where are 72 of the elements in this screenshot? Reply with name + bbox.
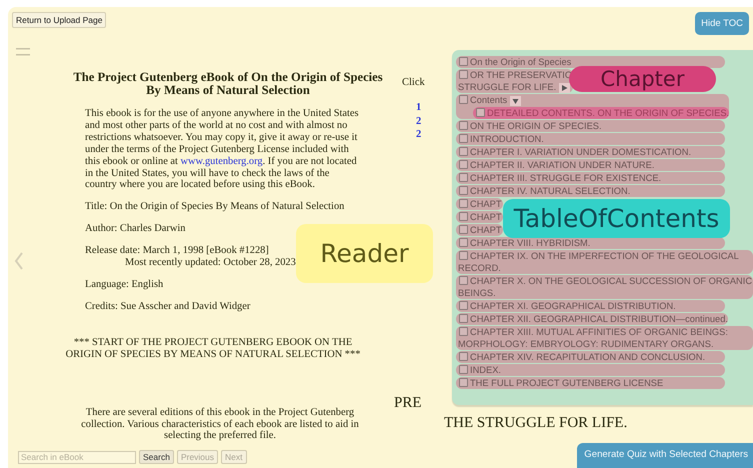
chevron-left-icon[interactable] [14, 252, 24, 270]
intro-paragraph: This ebook is for the use of anyone anywhere in the United States and most other parts of the world at no cost and with almost no restrictions whatsoever. You may copy it, give it away or re-use it under the terms of the Project Gutenberg License included with this ebook or online at www.gutenberg.org. If you are not located in the United States, you will have to check the laws of the country where you are located before using this eBook. [85, 108, 360, 192]
checkbox[interactable] [459, 301, 468, 310]
toc-item[interactable]: CHAPTER X. ON THE GEOLOGICAL SUCCESSION OF ORGANIC BEINGS. [456, 275, 753, 299]
checkbox[interactable] [459, 134, 468, 143]
toc-item[interactable]: CHAPTER II. VARIATION UNDER NATURE. [456, 159, 725, 171]
checkbox[interactable] [459, 212, 468, 221]
annotation-label: Chapter [569, 66, 716, 92]
search-button[interactable]: Search [139, 450, 174, 464]
search-field[interactable]: Search in eBook [18, 450, 136, 464]
toc-item[interactable]: INDEX. [456, 364, 725, 376]
checkbox[interactable] [459, 378, 468, 387]
chapter-subheading: THE STRUGGLE FOR LIFE. [444, 414, 628, 432]
checkbox[interactable] [459, 314, 468, 323]
toc-item[interactable]: CHAPTER I. VARIATION UNDER DOMESTICATION. [456, 146, 725, 158]
checkbox[interactable] [459, 251, 468, 260]
toc-item[interactable]: CHAPT [456, 224, 503, 236]
toc-item[interactable]: Contents DETEAILED CONTENTS. ON THE ORIGIN OF SPECIES. [456, 94, 730, 119]
editions-note: There are several editions of this ebook in the Project Gutenberg collection. Various characteristics of each ebook are listed to aid in selecting the preferred file. [80, 406, 360, 442]
annotation-label: Reader [296, 224, 433, 283]
checkbox[interactable] [459, 327, 468, 336]
toc-item[interactable]: DETEAILED CONTENTS. ON THE ORIGIN OF SPECIES. [473, 107, 730, 119]
toc-item[interactable]: CHAPT [456, 198, 503, 210]
checkbox[interactable] [459, 276, 468, 285]
toc-item[interactable]: CHAPT [456, 211, 503, 223]
toc-item[interactable]: INTRODUCTION. [456, 133, 725, 145]
checkbox[interactable] [459, 365, 468, 374]
toc-item[interactable]: CHAPTER XIII. MUTUAL AFFINITIES OF ORGANIC BEINGS: MORPHOLOGY: EMBRYOLOGY: RUDIMENTARY ORGANS. [456, 326, 753, 350]
checkbox[interactable] [459, 225, 468, 234]
metadata-line: Credits: Sue Asscher and David Widger [85, 300, 250, 313]
checkbox[interactable] [459, 70, 468, 79]
toc-item[interactable]: On the Origin of Species [456, 56, 725, 68]
toc-item[interactable]: CHAPTER XIV. RECAPITULATION AND CONCLUSION. [456, 351, 725, 363]
chapter-link[interactable]: 1 [416, 102, 422, 114]
annotation-label: TableOfContents [503, 199, 730, 238]
chapter-link[interactable]: 2 [416, 129, 422, 140]
book-title: The Project Gutenberg eBook of On the Origin of Species By Means of Natural Selection [72, 71, 384, 97]
toc-item[interactable]: ON THE ORIGIN OF SPECIES. [456, 120, 725, 132]
checkbox[interactable] [476, 108, 485, 117]
page-text: Click [402, 77, 425, 88]
menu-icon[interactable] [16, 48, 30, 57]
generate-quiz-button[interactable]: Generate Quiz with Selected Chapters [577, 443, 753, 468]
toc-item[interactable]: CHAPTER XI. GEOGRAPHICAL DISTRIBUTION. [456, 300, 725, 312]
toc-item[interactable]: CHAPTER XII. GEOGRAPHICAL DISTRIBUTION—continued. [456, 313, 728, 325]
metadata-line: Language: English [85, 278, 164, 291]
checkbox[interactable] [459, 121, 468, 130]
metadata-line: Most recently updated: October 28, 2023 [125, 257, 296, 269]
checkbox[interactable] [459, 160, 468, 169]
toc-item[interactable]: CHAPTER IV. NATURAL SELECTION. [456, 185, 725, 197]
toc-item[interactable]: CHAPTER III. STRUGGLE FOR EXISTENCE. [456, 172, 725, 184]
metadata-line: Release date: March 1, 1998 [eBook #1228] [85, 245, 269, 258]
checkbox[interactable] [459, 173, 468, 182]
checkbox[interactable] [459, 95, 468, 104]
checkbox[interactable] [459, 238, 468, 247]
triangle-right-icon[interactable] [559, 82, 570, 93]
return-button[interactable]: Return to Upload Page [12, 12, 106, 28]
checkbox[interactable] [459, 186, 468, 195]
start-marker: *** START OF THE PROJECT GUTENBERG EBOOK ON THE ORIGIN OF SPECIES BY MEANS OF NATURAL SELECTION *** [64, 336, 362, 361]
chapter-heading: PRE [394, 394, 422, 412]
triangle-down-icon[interactable] [510, 96, 522, 106]
metadata-line: Author: Charles Darwin [85, 223, 186, 236]
toc-item[interactable]: CHAPTER IX. ON THE IMPERFECTION OF THE GEOLOGICAL RECORD. [456, 250, 753, 274]
hide-toc-button[interactable]: Hide TOC [695, 12, 749, 35]
checkbox[interactable] [459, 352, 468, 361]
gutenberg-link[interactable]: www.gutenberg.org [180, 156, 263, 167]
checkbox[interactable] [459, 147, 468, 156]
metadata-line: Title: On the Origin of Species By Means of Natural Selection [85, 201, 344, 214]
checkbox[interactable] [459, 57, 468, 66]
checkbox[interactable] [459, 199, 468, 208]
chapter-link[interactable]: 2 [416, 116, 422, 127]
toc-item[interactable]: THE FULL PROJECT GUTENBERG LICENSE [456, 377, 725, 389]
toc-item[interactable]: CHAPTER VIII. HYBRIDISM. [456, 237, 725, 249]
